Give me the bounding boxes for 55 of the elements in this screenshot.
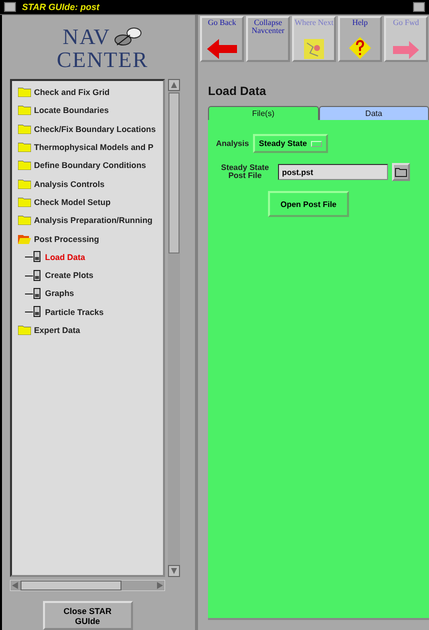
folder-icon xyxy=(18,325,31,335)
folder-icon xyxy=(18,124,31,134)
question-mark-icon xyxy=(349,37,371,59)
folder-icon xyxy=(18,105,31,116)
folder-icon xyxy=(18,215,31,226)
arrow-left-icon xyxy=(207,39,237,59)
post-file-label: Steady State xyxy=(220,164,270,172)
tree-item[interactable]: Expert Data xyxy=(18,320,163,340)
toolbar-button[interactable]: Help xyxy=(338,16,382,62)
compass-icon xyxy=(114,27,142,47)
open-post-file-button[interactable]: Open Post File xyxy=(268,191,348,217)
tree-item[interactable]: Locate Boundaries xyxy=(18,101,163,120)
tree-item[interactable]: Create Plots xyxy=(18,266,163,284)
arrow-right-icon xyxy=(393,41,419,59)
tree-item[interactable]: Analysis Preparation/Running xyxy=(18,211,163,230)
tree-item[interactable]: Thermophysical Models and P xyxy=(18,138,163,156)
window-title: STAR GUIde: post xyxy=(22,2,100,12)
map-icon xyxy=(304,39,324,59)
logo-text: NAV xyxy=(62,24,110,50)
tab[interactable]: File(s) xyxy=(208,106,318,120)
tree-item[interactable]: Analysis Controls xyxy=(18,174,163,193)
folder-icon xyxy=(18,87,31,98)
folder-icon xyxy=(18,178,31,189)
vertical-scrollbar[interactable] xyxy=(168,79,180,577)
open-folder-icon xyxy=(18,234,31,244)
tree-branch-document-icon xyxy=(25,288,42,299)
tree-branch-document-icon xyxy=(25,306,42,318)
tree-item[interactable]: Post Processing xyxy=(18,229,163,248)
folder-icon xyxy=(18,142,31,152)
tree-item[interactable]: Particle Tracks xyxy=(18,302,163,321)
tree-item[interactable]: Define Boundary Conditions xyxy=(18,156,163,174)
tab[interactable]: Data xyxy=(318,106,429,120)
post-file-field[interactable]: post.pst xyxy=(278,164,388,180)
tree-item[interactable]: Check Model Setup xyxy=(18,192,163,212)
folder-icon xyxy=(18,160,31,170)
tree-item[interactable]: Check/Fix Boundary Locations xyxy=(18,120,163,138)
minimize-button[interactable] xyxy=(413,2,425,12)
horizontal-scrollbar[interactable] xyxy=(10,580,165,591)
browse-button[interactable] xyxy=(392,163,410,181)
tree-item[interactable]: Graphs xyxy=(18,284,163,303)
toolbar-button[interactable]: Collapse Navcenter xyxy=(246,16,290,62)
window-menu-button[interactable] xyxy=(4,2,16,12)
tree-item[interactable]: Check and Fix Grid xyxy=(18,83,163,102)
tree-branch-document-icon xyxy=(25,270,42,281)
tree-item[interactable]: Load Data xyxy=(18,248,163,266)
post-file-label: Post File xyxy=(228,172,262,180)
toolbar-button[interactable]: Go Back xyxy=(200,16,244,62)
tree-branch-document-icon xyxy=(25,251,42,262)
panel-title: Load Data xyxy=(208,84,268,98)
folder-icon xyxy=(395,167,407,177)
analysis-dropdown[interactable]: Steady State xyxy=(252,134,328,153)
logo-text: CENTER xyxy=(56,50,148,70)
analysis-label: Analysis xyxy=(216,139,249,148)
close-guide-button[interactable]: Close STAR GUIde xyxy=(42,601,132,630)
folder-icon xyxy=(18,196,31,207)
